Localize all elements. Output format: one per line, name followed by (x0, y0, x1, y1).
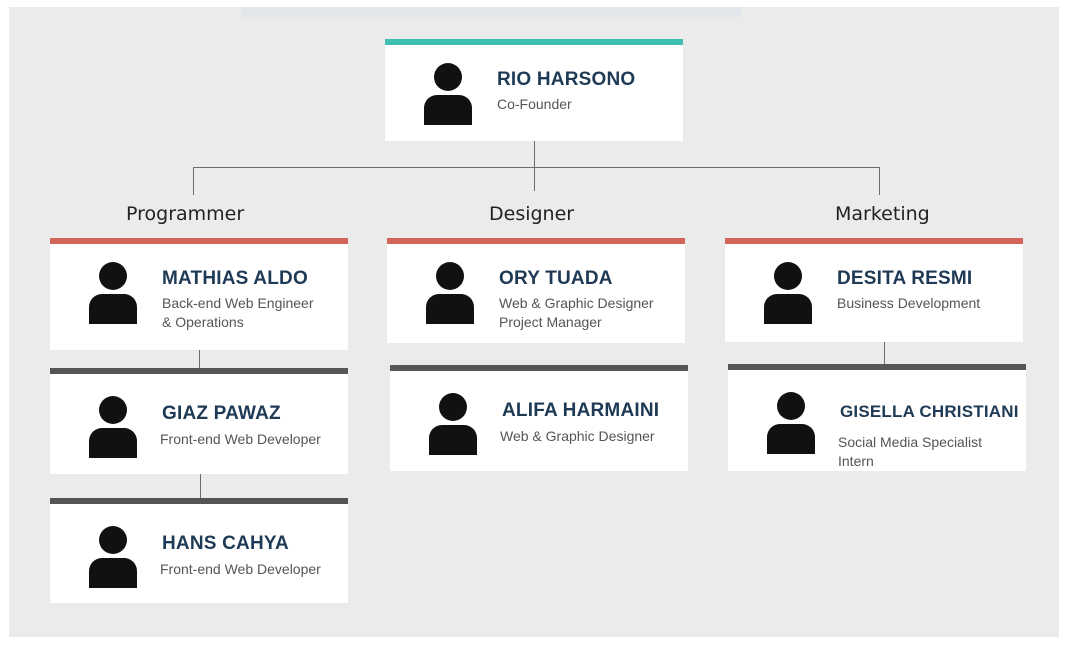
department-label-programmer: Programmer (126, 203, 245, 225)
designer-lead-role-line-2: Project Manager (499, 314, 602, 330)
member-accent-bar (390, 365, 688, 371)
marketing-member-1-role-line-1: Social Media Specialist (838, 434, 982, 450)
member-accent-bar (50, 368, 348, 374)
marketing-lead-role: Business Development (837, 295, 981, 311)
connector-marketing-lead-member1 (884, 342, 885, 365)
designer-member-card-1[interactable]: ALIFA HARMAINI Web & Graphic Designer (390, 365, 688, 471)
person-icon (767, 392, 815, 454)
top-decoration (241, 7, 741, 17)
person-icon (764, 262, 812, 324)
person-icon (429, 393, 477, 455)
programmer-lead-card[interactable]: MATHIAS ALDO Back-end Web Engineer & Ope… (50, 238, 348, 350)
founder-card[interactable]: RIO HARSONO Co-Founder (385, 39, 683, 141)
programmer-member-card-2[interactable]: HANS CAHYA Front-end Web Developer (50, 498, 348, 603)
person-icon (426, 262, 474, 324)
founder-name: RIO HARSONO (497, 69, 636, 90)
programmer-member-2-name: HANS CAHYA (162, 533, 289, 554)
lead-accent-bar (387, 238, 685, 244)
marketing-member-card-1[interactable]: GISELLA CHRISTIANI Social Media Speciali… (728, 364, 1026, 471)
programmer-member-2-role: Front-end Web Developer (160, 561, 321, 577)
lead-accent-bar (50, 238, 348, 244)
lead-accent-bar (725, 238, 1023, 244)
person-icon (89, 262, 137, 324)
connector-programmer-member1-member2 (200, 474, 201, 499)
designer-lead-role-line-1: Web & Graphic Designer (499, 295, 654, 311)
marketing-lead-card[interactable]: DESITA RESMI Business Development (725, 238, 1023, 342)
programmer-member-card-1[interactable]: GIAZ PAWAZ Front-end Web Developer (50, 368, 348, 474)
programmer-lead-role-line-1: Back-end Web Engineer (162, 295, 314, 311)
member-accent-bar (728, 364, 1026, 370)
department-label-designer: Designer (489, 203, 575, 225)
marketing-member-1-name: GISELLA CHRISTIANI (840, 402, 1019, 421)
department-label-marketing: Marketing (835, 203, 930, 225)
connector-founder-down (534, 140, 535, 167)
person-icon (89, 526, 137, 588)
connector-designer (534, 167, 535, 191)
org-chart-canvas: RIO HARSONO Co-Founder Programmer Design… (9, 7, 1059, 637)
connector-marketing (879, 167, 880, 195)
designer-member-1-name: ALIFA HARMAINI (502, 400, 660, 421)
person-icon (424, 63, 472, 125)
designer-lead-name: ORY TUADA (499, 268, 613, 289)
connector-programmer-lead-member1 (199, 349, 200, 369)
person-icon (89, 396, 137, 458)
connector-horizontal (193, 167, 879, 168)
connector-programmer (193, 167, 194, 195)
member-accent-bar (50, 498, 348, 504)
founder-accent-bar (385, 39, 683, 45)
founder-role: Co-Founder (497, 96, 572, 112)
programmer-lead-name: MATHIAS ALDO (162, 268, 308, 289)
marketing-member-1-role-line-2: Intern (838, 453, 874, 469)
programmer-lead-role-line-2: & Operations (162, 314, 244, 330)
programmer-member-1-name: GIAZ PAWAZ (162, 403, 281, 424)
designer-lead-card[interactable]: ORY TUADA Web & Graphic Designer Project… (387, 238, 685, 343)
designer-member-1-role: Web & Graphic Designer (500, 428, 655, 444)
programmer-member-1-role: Front-end Web Developer (160, 431, 321, 447)
marketing-lead-name: DESITA RESMI (837, 268, 973, 289)
